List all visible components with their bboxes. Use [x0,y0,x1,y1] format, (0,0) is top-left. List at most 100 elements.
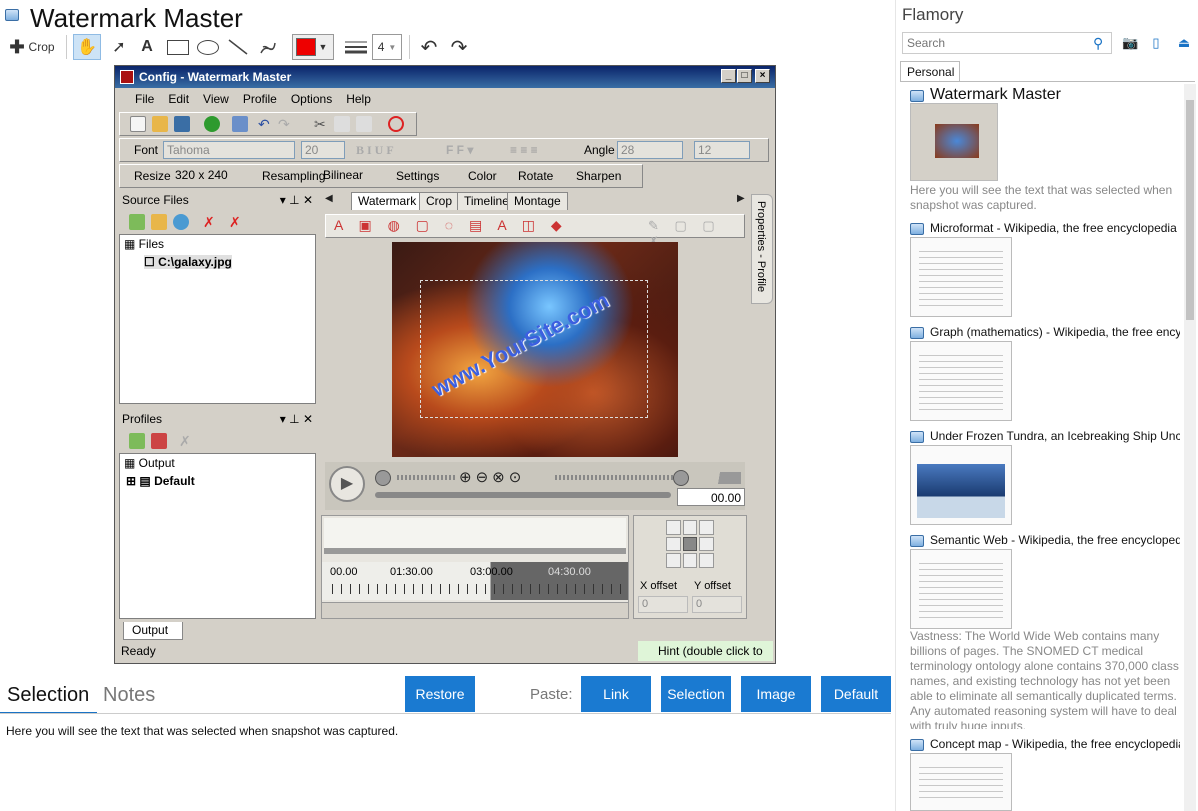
search-icon[interactable]: ⚲ [1093,35,1103,52]
timeline-ruler: 00.00 01:30.00 03:00.00 04:30.00 [322,562,628,600]
panel-close-icon: ▾ ⊥ ✕ [279,193,313,207]
main-toolbar: ↶ ↷ ✂ [119,112,417,136]
preview-image: www.YourSite.com [392,242,678,457]
snapshot-description: Vastness: The World Wide Web contains ma… [910,629,1179,729]
app-title: Watermark Master [30,3,243,33]
crop-button[interactable]: ✚ Crop [6,34,58,60]
edit-profile-icon [151,433,167,449]
x-offset-input: 0 [638,596,688,613]
tab-scroll-right-icon: ▶ [737,193,745,204]
toolbar-separator [409,35,410,59]
player-controls: ▶ ⊕⊖⊗⊙ 00.00 [325,462,745,510]
resize-toolbar: Resize 320 x 240 Resampling Bilinear Set… [119,164,643,188]
paste-image-button[interactable]: Image [741,676,811,712]
crop-icon: ✚ [9,36,25,57]
document-icon[interactable]: ▯ [1148,35,1164,51]
snapshot-thumbnail[interactable] [910,237,1012,317]
tab-personal[interactable]: Personal [900,61,960,82]
collapse-icon[interactable]: ⏏ [1176,35,1192,51]
new-icon [130,116,146,132]
seek-bar [375,492,671,498]
menu-profile: Profile [242,92,277,106]
restore-button[interactable]: Restore [405,676,475,712]
line-width-icon [344,34,368,60]
tab-watermark: Watermark [351,192,424,210]
selection-text: Here you will see the text that was sele… [6,724,399,738]
snapshot-title[interactable]: Under Frozen Tundra, an Icebreaking Ship… [930,429,1180,443]
snapshot-thumbnail[interactable] [910,341,1012,421]
snapshot-icon [910,223,924,235]
tab-scroll-left-icon: ◀ [325,193,333,204]
redo-icon[interactable]: ↷ [446,34,472,60]
freehand-icon[interactable] [256,34,280,60]
stop-icon [388,116,404,132]
output-node: ▦ Output [124,456,175,470]
line-icon[interactable] [226,34,250,60]
timeline-panel: 00.00 01:30.00 03:00.00 04:30.00 [321,515,629,619]
snapshot-title[interactable]: Graph (mathematics) - Wikipedia, the fre… [930,325,1180,339]
font-color-icon: F F ▾ [446,143,474,157]
paste-default-button[interactable]: Default [821,676,891,712]
output-tab: Output [123,622,183,640]
tab-divider [900,81,1195,82]
resize-select: 320 x 240 [175,168,228,182]
cut-icon: ✂ [314,116,326,132]
snapshot-title[interactable]: Concept map - Wikipedia, the free encycl… [930,737,1180,751]
y-offset-input: 0 [692,596,742,613]
files-node: ▦ Files [124,237,165,251]
text-icon[interactable]: A [136,34,158,60]
tab-crop: Crop [419,192,460,210]
color-swatch [296,38,316,56]
color-picker[interactable]: ▼ [292,34,334,60]
hand-icon[interactable]: ✋ [73,34,101,60]
scrollbar-thumb[interactable] [1186,100,1194,320]
position-grid [666,520,714,568]
editor-tabs: ◀ Watermark Crop Timeline Montage ▶ [321,190,749,210]
paste-link-button[interactable]: Link [581,676,651,712]
volume-slider [697,472,741,484]
resampling-select: Bilinear [323,168,364,182]
divider [0,713,891,714]
snapshot-title[interactable]: Watermark Master [930,86,1180,104]
font-size-select: 20 [301,141,345,159]
camera-icon[interactable]: 📷 [1122,35,1138,51]
timeline-scrollbar [322,602,628,618]
snapshot-thumbnail[interactable] [910,445,1012,525]
open-icon [152,116,168,132]
snapshot-thumbnail[interactable] [910,753,1012,811]
font-toolbar: Font Tahoma 20 B I U F F F ▾ ≡ ≡ ≡ Angle… [119,138,769,162]
sidebar-scrollbar[interactable] [1184,84,1196,811]
window-menubar: File Edit View Profile Options Help [115,88,775,110]
search-input[interactable] [902,32,1112,54]
paste-selection-button[interactable]: Selection [661,676,731,712]
ellipse-icon[interactable] [195,34,221,60]
undo-small-icon: ↶ [258,116,270,132]
run-icon [204,116,220,132]
play-icon: ▶ [329,466,365,502]
undo-icon[interactable]: ↶ [416,34,442,60]
app-header: Watermark Master [0,0,895,33]
save-icon [174,116,190,132]
snapshot-icon [910,90,924,102]
snapshot-thumbnail[interactable] [910,103,998,181]
file-item: ☐ C:\galaxy.jpg [144,255,232,269]
menu-help: Help [346,92,371,106]
arrow-icon[interactable]: ➚ [108,34,130,60]
stop-small-icon [375,470,391,486]
profiles-header: Profiles ▾ ⊥ ✕ [122,412,313,426]
align-icons: ≡ ≡ ≡ [510,143,538,157]
position-panel: X offset Y offset 0 0 [633,515,747,619]
tab-selection[interactable]: Selection [7,684,89,707]
minimize-icon: _ [721,69,736,83]
snapshot-icon [910,431,924,443]
snapshot-thumbnail[interactable] [910,549,1012,629]
timeline-mark: 00.00 [330,566,358,578]
delete-profile-icon: ✗ [179,433,191,449]
tab-notes[interactable]: Notes [103,684,155,707]
rectangle-icon[interactable] [165,34,191,60]
snapshot-title[interactable]: Microformat - Wikipedia, the free encycl… [930,221,1180,235]
profiles-tree: ▦ Output ⊞ ▤ Default [119,453,316,619]
snapshot-title[interactable]: Semantic Web - Wikipedia, the free encyc… [930,533,1180,547]
timeline-mark: 01:30.00 [390,566,433,578]
line-width-select[interactable]: 4 ▼ [372,34,402,60]
